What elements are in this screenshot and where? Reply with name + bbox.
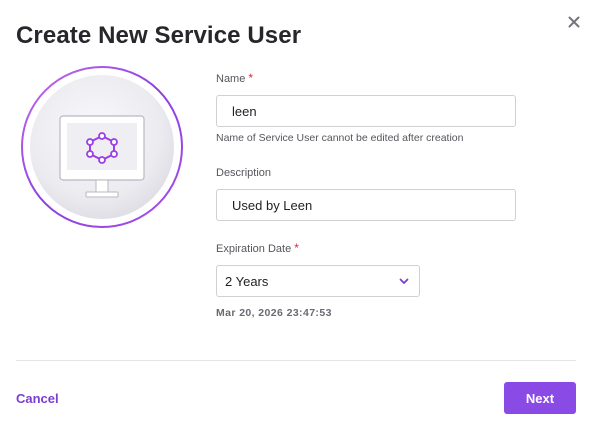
name-input[interactable] xyxy=(216,95,516,127)
name-label: Name * xyxy=(216,71,253,85)
expiration-selected-value: 2 Years xyxy=(225,273,269,289)
footer-divider xyxy=(16,360,576,361)
close-button[interactable] xyxy=(564,12,584,32)
dialog-title: Create New Service User xyxy=(16,22,302,49)
name-required-marker: * xyxy=(248,71,254,85)
description-label-text: Description xyxy=(216,167,272,179)
expiration-required-marker: * xyxy=(294,241,299,255)
expiration-select[interactable]: 2 Years xyxy=(216,265,420,297)
description-input[interactable] xyxy=(216,189,516,221)
cancel-button[interactable]: Cancel xyxy=(16,391,59,406)
expiration-date-text: Mar 20, 2026 23:47:53 xyxy=(216,307,332,319)
chevron-down-icon xyxy=(399,278,409,284)
name-label-text: Name xyxy=(216,73,246,85)
expiration-label-text: Expiration Date xyxy=(216,243,292,255)
expiration-label: Expiration Date * xyxy=(216,241,299,255)
close-icon[interactable] xyxy=(568,16,580,28)
service-user-illustration xyxy=(20,65,184,229)
next-button[interactable]: Next xyxy=(504,382,576,414)
description-label: Description xyxy=(216,167,271,179)
name-hint: Name of Service User cannot be edited af… xyxy=(216,132,464,144)
